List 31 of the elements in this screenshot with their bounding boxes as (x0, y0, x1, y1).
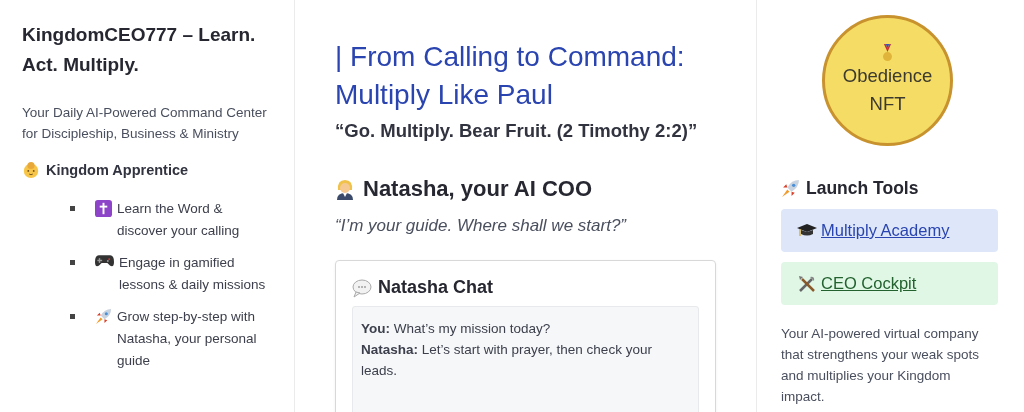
list-bullet (70, 206, 75, 211)
chat-title: Natasha Chat (378, 277, 494, 298)
tagline: Your Daily AI-Powered Command Center for Discipleship, Business & Ministry (22, 104, 268, 143)
rocket-icon (781, 179, 800, 198)
app-title: KingdomCEO777 – Learn. Act. Multiply. (22, 23, 257, 77)
verse-quote: “Go. Multiply. Bear Fruit. (2 Timothy 2:2)” (335, 120, 699, 142)
assistant-heading: Natasha, your AI COO (363, 176, 592, 202)
badge-label: Obedience NFT (841, 63, 934, 116)
tools-heading: Launch Tools (806, 178, 919, 199)
tools-icon (797, 273, 817, 294)
page-heading: | From Calling to Command: Multiply Like Paul (335, 40, 686, 112)
assistant-quote: “I’m your guide. Where shall we start?” (335, 216, 628, 236)
chat-message: Natasha: Let’s start with prayer, then check your leads. (361, 341, 653, 380)
tools-description: Your AI-powered virtual company that strengthens your weak spots and multiplies your Kingdom impact. (781, 325, 981, 406)
rocket-icon (95, 308, 112, 325)
speech-bubble-icon (352, 277, 372, 298)
baby-face-icon (22, 161, 40, 179)
tool-link[interactable]: CEO Cockpit (781, 262, 998, 305)
tool-link[interactable]: Multiply Academy (781, 209, 998, 252)
chat-message: You: What’s my mission today? (361, 320, 552, 338)
cross-icon (95, 200, 112, 217)
feature-text: Engage in gamified lessons & daily missions (119, 254, 267, 294)
feature-text: Learn the Word & discover your calling (117, 200, 241, 240)
graduation-cap-icon (797, 222, 817, 239)
medal-icon (882, 43, 893, 62)
feature-text: Grow step-by-step with Natasha, your personal guide (117, 308, 258, 370)
gamepad-icon (95, 254, 114, 268)
level-label: Kingdom Apprentice (46, 162, 189, 178)
list-bullet (70, 314, 75, 319)
list-bullet (70, 260, 75, 265)
woman-icon (335, 178, 355, 200)
